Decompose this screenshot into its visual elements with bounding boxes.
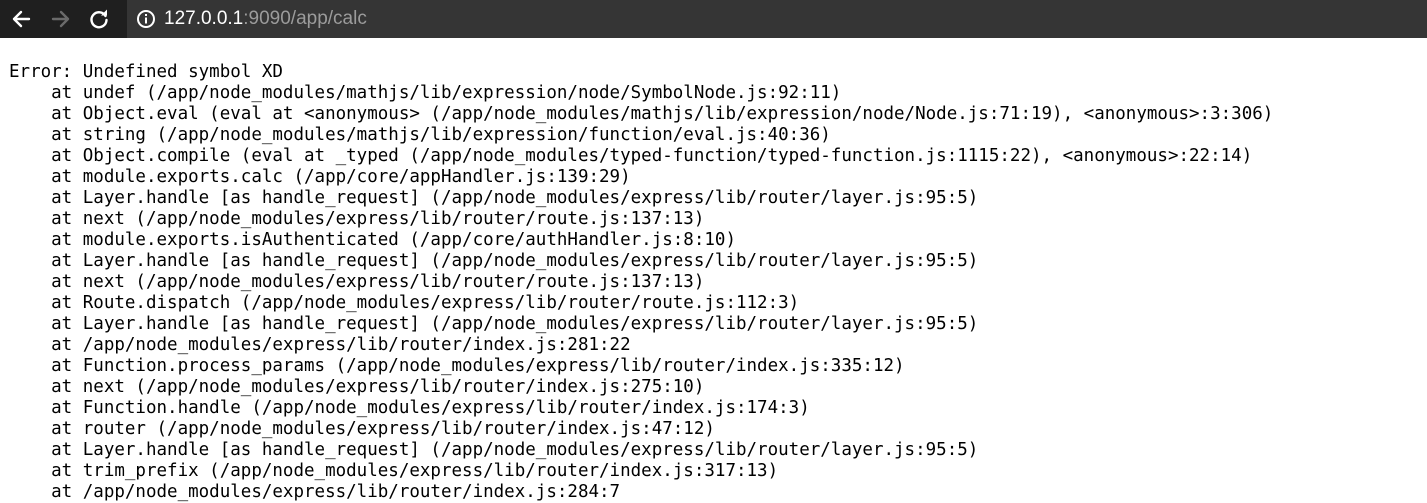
stack-line: at Layer.handle [as handle_request] (/ap… <box>9 314 979 334</box>
stack-line: at Function.process_params (/app/node_mo… <box>9 356 905 376</box>
url-path: :9090/app/calc <box>243 8 367 29</box>
stack-line: at Layer.handle [as handle_request] (/ap… <box>9 188 979 208</box>
stack-line: at Function.handle (/app/node_modules/ex… <box>9 398 810 418</box>
stack-line: at next (/app/node_modules/express/lib/r… <box>9 272 705 292</box>
forward-arrow-icon <box>51 10 70 28</box>
stack-line: at trim_prefix (/app/node_modules/expres… <box>9 461 779 481</box>
stack-line: at next (/app/node_modules/express/lib/r… <box>9 377 705 397</box>
stack-line: at Layer.handle [as handle_request] (/ap… <box>9 440 979 460</box>
back-button[interactable] <box>6 4 36 34</box>
stack-line: at Route.dispatch (/app/node_modules/exp… <box>9 293 800 313</box>
stack-line: at undef (/app/node_modules/mathjs/lib/e… <box>9 83 842 103</box>
reload-icon <box>90 9 108 29</box>
stack-line: at string (/app/node_modules/mathjs/lib/… <box>9 125 831 145</box>
error-stack-trace: Error: Undefined symbol XD at undef (/ap… <box>9 62 1273 503</box>
stack-line: at /app/node_modules/express/lib/router/… <box>9 482 621 502</box>
url-host: 127.0.0.1 <box>164 8 244 29</box>
stack-line: at Object.compile (eval at _typed (/app/… <box>9 146 1253 166</box>
back-arrow-icon <box>12 10 31 28</box>
stack-line: at /app/node_modules/express/lib/router/… <box>9 335 631 355</box>
info-icon[interactable] <box>136 9 156 29</box>
stack-line: at Layer.handle [as handle_request] (/ap… <box>9 251 979 271</box>
stack-line: at module.exports.calc (/app/core/appHan… <box>9 167 631 187</box>
stack-line: at next (/app/node_modules/express/lib/r… <box>9 209 705 229</box>
url-text[interactable]: 127.0.0.1:9090/app/calc <box>164 8 367 30</box>
error-message: Error: Undefined symbol XD <box>9 62 283 82</box>
stack-line: at Object.eval (eval at <anonymous> (/ap… <box>9 104 1274 124</box>
stack-line: at router (/app/node_modules/express/lib… <box>9 419 715 439</box>
forward-button[interactable] <box>46 4 76 34</box>
address-bar[interactable]: 127.0.0.1:9090/app/calc <box>127 0 1427 38</box>
reload-button[interactable] <box>84 4 114 34</box>
browser-toolbar: 127.0.0.1:9090/app/calc <box>0 0 1427 38</box>
stack-line: at module.exports.isAuthenticated (/app/… <box>9 230 736 250</box>
